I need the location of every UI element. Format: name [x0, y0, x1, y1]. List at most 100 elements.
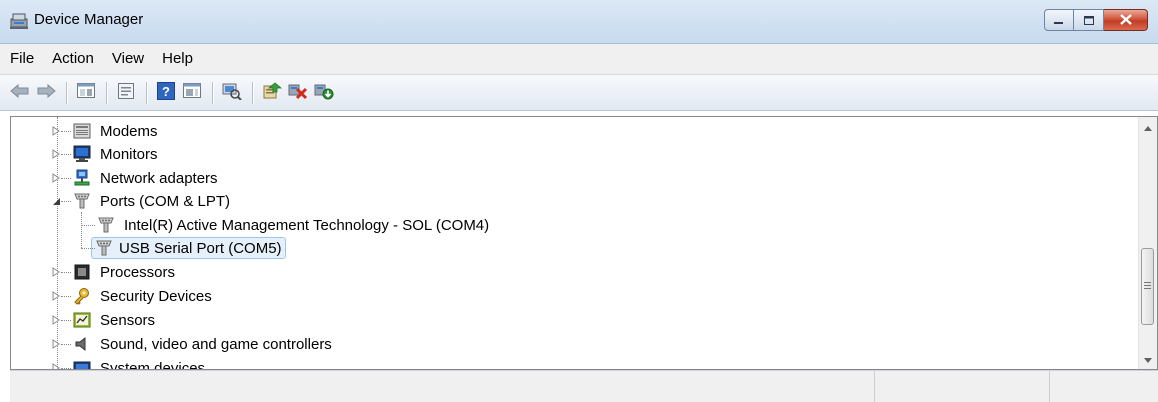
processor-icon — [73, 263, 91, 281]
back-icon — [10, 83, 30, 101]
expand-arrow-icon[interactable] — [51, 267, 61, 277]
toolbar-separator — [106, 81, 108, 104]
scan-hardware-icon — [222, 82, 242, 103]
scroll-down-icon — [1144, 350, 1152, 366]
tree-item-ports[interactable]: Ports (COM & LPT) — [51, 189, 233, 213]
scroll-up-button[interactable] — [1139, 117, 1157, 135]
title-bar[interactable]: Device Manager — [0, 0, 1158, 44]
tree-connector — [61, 154, 71, 155]
window-title: Device Manager — [34, 11, 144, 28]
tree-connector — [61, 344, 71, 345]
tree-item-monitors[interactable]: Monitors — [51, 142, 161, 166]
scroll-up-icon — [1144, 118, 1152, 134]
tree-item-usb-serial-port[interactable]: USB Serial Port (COM5) — [81, 236, 286, 260]
tree-connector — [81, 225, 95, 226]
show-hide-action-pane-icon — [183, 83, 201, 102]
menu-action[interactable]: Action — [43, 44, 103, 74]
back-button[interactable] — [8, 81, 32, 105]
tree-connector — [61, 178, 71, 179]
update-driver-icon — [262, 82, 283, 103]
tree-item-system-devices[interactable]: System devices — [51, 356, 208, 369]
tree-item-network-adapters[interactable]: Network adapters — [51, 166, 221, 190]
tree-item-processors[interactable]: Processors — [51, 260, 178, 284]
modem-icon — [73, 122, 91, 140]
expand-arrow-icon[interactable] — [51, 126, 61, 136]
grip-icon — [1144, 282, 1151, 291]
expand-arrow-icon[interactable] — [51, 173, 61, 183]
forward-button[interactable] — [34, 81, 58, 105]
menu-view[interactable]: View — [103, 44, 153, 74]
menu-bar: File Action View Help — [0, 44, 1158, 75]
show-hide-console-tree-button[interactable] — [74, 81, 98, 105]
close-icon — [1119, 12, 1132, 28]
tree-item-label-selected: USB Serial Port (COM5) — [91, 237, 286, 259]
tree-item-intel-amt-sol[interactable]: Intel(R) Active Management Technology - … — [81, 213, 492, 237]
expand-arrow-icon[interactable] — [51, 291, 61, 301]
tree-item-sound-video-game[interactable]: Sound, video and game controllers — [51, 332, 335, 356]
enable-device-button[interactable] — [312, 81, 336, 105]
close-button[interactable] — [1104, 9, 1148, 31]
maximize-button[interactable] — [1074, 9, 1104, 31]
maximize-icon — [1083, 12, 1094, 28]
tree-item-label: Modems — [100, 122, 158, 140]
status-pane-main — [10, 371, 875, 402]
svg-text:?: ? — [162, 84, 170, 99]
tree-item-label: Sensors — [100, 311, 156, 329]
device-manager-icon[interactable] — [9, 12, 29, 30]
tree-item-label: System devices — [100, 359, 206, 370]
minimize-button[interactable] — [1044, 9, 1074, 31]
tree-connector — [61, 368, 71, 369]
toolbar-separator — [212, 81, 214, 104]
toolbar-separator — [252, 81, 254, 104]
tree-item-label: Security Devices — [100, 287, 212, 305]
sensor-icon — [73, 311, 91, 329]
status-bar — [10, 370, 1158, 402]
scan-hardware-button[interactable] — [220, 81, 244, 105]
collapse-arrow-icon[interactable] — [51, 196, 61, 206]
tree-item-modems[interactable]: Modems — [51, 119, 161, 143]
network-adapter-icon — [73, 169, 91, 187]
device-tree-panel: Modems Monitors Network adapters Ports (… — [10, 116, 1158, 370]
expand-arrow-icon[interactable] — [51, 363, 61, 369]
tree-item-label: Intel(R) Active Management Technology - … — [124, 216, 490, 234]
security-device-icon — [73, 287, 91, 305]
port-icon — [73, 192, 91, 210]
system-devices-icon — [73, 359, 91, 369]
expand-arrow-icon[interactable] — [51, 339, 61, 349]
vertical-scrollbar[interactable] — [1138, 117, 1157, 369]
tree-item-text: USB Serial Port (COM5) — [119, 239, 282, 257]
tree-item-label: Monitors — [100, 145, 158, 163]
menu-help[interactable]: Help — [153, 44, 202, 74]
status-pane-tertiary — [1050, 371, 1158, 402]
tree-connector — [61, 201, 71, 202]
show-hide-action-pane-button[interactable] — [180, 81, 204, 105]
menu-file[interactable]: File — [0, 44, 43, 74]
help-icon: ? — [157, 82, 175, 103]
scrollbar-thumb[interactable] — [1141, 248, 1154, 325]
tree-item-security-devices[interactable]: Security Devices — [51, 284, 215, 308]
tree-item-label: Processors — [100, 263, 176, 281]
scroll-down-button[interactable] — [1139, 349, 1157, 367]
tree-item-label: Network adapters — [100, 169, 218, 187]
port-icon — [97, 216, 115, 234]
enable-device-icon — [314, 82, 334, 103]
help-button[interactable]: ? — [154, 81, 178, 105]
properties-button[interactable] — [114, 81, 138, 105]
uninstall-button[interactable] — [286, 81, 310, 105]
properties-icon — [117, 82, 135, 103]
expand-arrow-icon[interactable] — [51, 315, 61, 325]
sound-icon — [73, 335, 91, 353]
device-tree[interactable]: Modems Monitors Network adapters Ports (… — [11, 117, 1137, 369]
show-hide-console-tree-icon — [77, 83, 95, 102]
port-icon — [95, 239, 113, 257]
expand-arrow-icon[interactable] — [51, 149, 61, 159]
caption-buttons — [1044, 9, 1148, 31]
uninstall-icon — [288, 82, 308, 103]
update-driver-button[interactable] — [260, 81, 284, 105]
tree-item-sensors[interactable]: Sensors — [51, 308, 158, 332]
toolbar-separator — [146, 81, 148, 104]
toolbar-separator — [66, 81, 68, 104]
tree-connector — [61, 272, 71, 273]
device-manager-window: Device Manager File Action View Help ? M… — [0, 0, 1158, 402]
tree-connector — [61, 320, 71, 321]
